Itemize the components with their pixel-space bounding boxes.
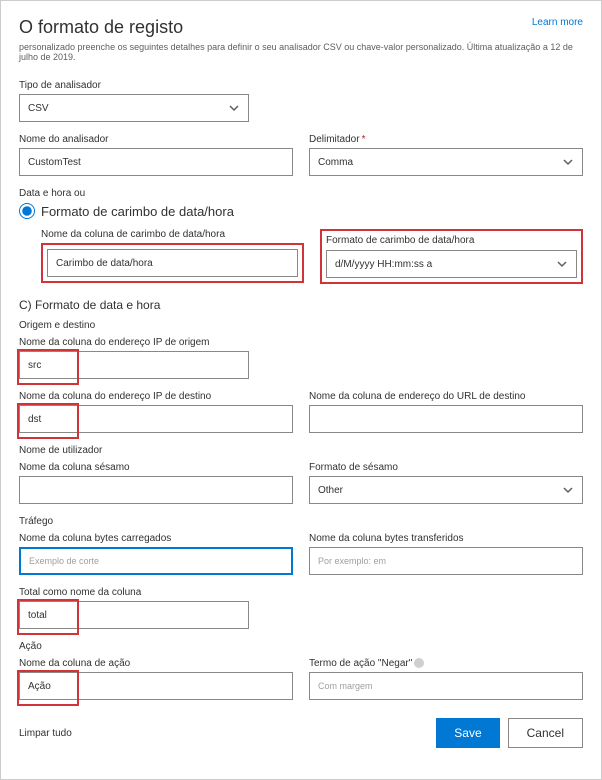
page-title: O formato de registo xyxy=(19,17,583,38)
bytes-down-label: Nome da coluna bytes transferidos xyxy=(309,533,583,544)
src-ip-highlight xyxy=(19,351,249,379)
negate-term-input[interactable] xyxy=(309,672,583,700)
timestamp-fmt-label: Formato de carimbo de data/hora xyxy=(326,235,577,246)
sesame-fmt-label: Formato de sésamo xyxy=(309,462,583,473)
username-section: Nome de utilizador xyxy=(19,445,583,456)
action-col-highlight xyxy=(19,672,293,700)
origin-dest-subtitle: Origem e destino xyxy=(19,320,583,331)
sesame-fmt-select[interactable]: Other xyxy=(309,476,583,504)
sesame-col-input[interactable] xyxy=(19,476,293,504)
timestamp-fmt-highlight: Formato de carimbo de data/hora d/M/yyyy… xyxy=(320,229,583,284)
dst-url-input[interactable] xyxy=(309,405,583,433)
dst-url-label: Nome da coluna de endereço do URL de des… xyxy=(309,391,583,402)
sesame-col-label: Nome da coluna sésamo xyxy=(19,462,293,473)
src-ip-label: Nome da coluna do endereço IP de origem xyxy=(19,337,249,348)
learn-more-link[interactable]: Learn more xyxy=(532,17,583,28)
page-subtitle: personalizado preenche os seguintes deta… xyxy=(19,42,583,62)
timestamp-format-radio-label: Formato de carimbo de data/hora xyxy=(41,204,234,219)
action-col-input[interactable] xyxy=(19,672,293,700)
action-section: Ação xyxy=(19,641,583,652)
bytes-up-label: Nome da coluna bytes carregados xyxy=(19,533,293,544)
parser-type-select[interactable]: CSV xyxy=(19,94,249,122)
parser-name-label: Nome do analisador xyxy=(19,134,293,145)
total-col-highlight xyxy=(19,601,249,629)
total-col-input[interactable] xyxy=(19,601,249,629)
timestamp-fmt-select[interactable]: d/M/yyyy HH:mm:ss a xyxy=(326,250,577,278)
clear-all-link[interactable]: Limpar tudo xyxy=(19,728,72,739)
timestamp-col-highlight xyxy=(41,243,304,283)
bytes-down-input[interactable] xyxy=(309,547,583,575)
dst-ip-label: Nome da coluna do endereço IP de destino xyxy=(19,391,293,402)
dst-ip-highlight xyxy=(19,405,293,433)
parser-name-input[interactable] xyxy=(19,148,293,176)
section-c-title: C) Formato de data e hora xyxy=(19,298,583,312)
parser-type-label: Tipo de analisador xyxy=(19,80,249,91)
bytes-up-input[interactable] xyxy=(19,547,293,575)
src-ip-input[interactable] xyxy=(19,351,249,379)
delimiter-select[interactable]: Comma xyxy=(309,148,583,176)
delimiter-label: Delimitador xyxy=(309,134,583,145)
traffic-section: Tráfego xyxy=(19,516,583,527)
timestamp-col-label: Nome da coluna de carimbo de data/hora xyxy=(41,229,304,240)
action-col-label: Nome da coluna de ação xyxy=(19,658,293,669)
timestamp-format-radio[interactable] xyxy=(19,203,35,219)
cancel-button[interactable]: Cancel xyxy=(508,718,583,748)
timestamp-col-input[interactable] xyxy=(47,249,298,277)
total-col-label: Total como nome da coluna xyxy=(19,587,249,598)
save-button[interactable]: Save xyxy=(436,718,499,748)
dst-ip-input[interactable] xyxy=(19,405,293,433)
info-dot-icon xyxy=(414,658,424,668)
negate-term-label: Termo de ação "Negar" xyxy=(309,658,583,669)
datetime-or-label: Data e hora ou xyxy=(19,188,583,199)
